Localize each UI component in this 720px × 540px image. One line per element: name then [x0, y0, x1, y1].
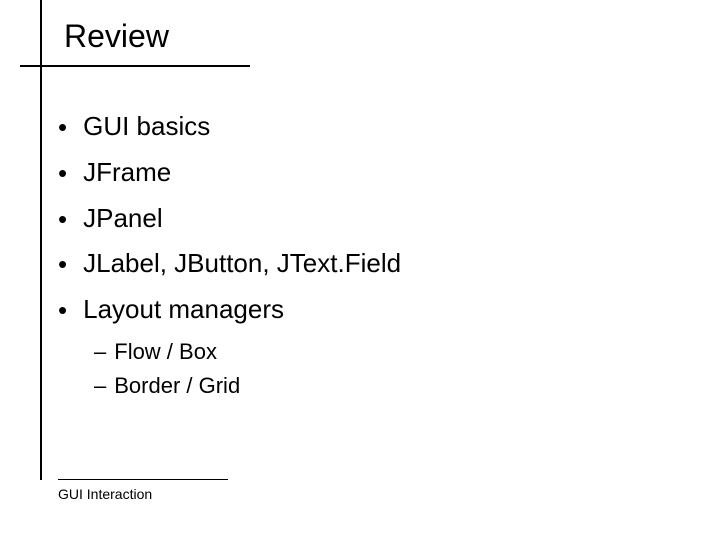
footer-rule — [58, 479, 228, 480]
list-item: – Flow / Box — [94, 339, 618, 365]
bullet-text: GUI basics — [83, 110, 210, 144]
title-area: Review — [20, 18, 250, 67]
list-item: • JFrame — [58, 156, 618, 190]
bullet-text: Layout managers — [83, 293, 284, 327]
bullet-icon: • — [58, 251, 67, 277]
vertical-rule — [40, 0, 42, 480]
list-item: • JLabel, JButton, JText.Field — [58, 247, 618, 281]
list-item: • GUI basics — [58, 110, 618, 144]
footer-text: GUI Interaction — [58, 486, 228, 502]
title-underline — [20, 65, 250, 67]
sub-bullet-list: – Flow / Box – Border / Grid — [94, 339, 618, 399]
sub-bullet-text: Border / Grid — [114, 373, 240, 399]
dash-icon: – — [94, 373, 106, 399]
bullet-icon: • — [58, 297, 67, 323]
footer-area: GUI Interaction — [58, 479, 228, 502]
sub-bullet-text: Flow / Box — [114, 339, 217, 365]
bullet-list: • GUI basics • JFrame • JPanel • JLabel,… — [58, 110, 618, 327]
content-area: • GUI basics • JFrame • JPanel • JLabel,… — [58, 110, 618, 407]
list-item: – Border / Grid — [94, 373, 618, 399]
bullet-icon: • — [58, 160, 67, 186]
slide: Review • GUI basics • JFrame • JPanel • … — [0, 0, 720, 540]
bullet-text: JPanel — [83, 202, 163, 236]
bullet-text: JLabel, JButton, JText.Field — [83, 247, 401, 281]
bullet-icon: • — [58, 206, 67, 232]
bullet-text: JFrame — [83, 156, 171, 190]
list-item: • JPanel — [58, 202, 618, 236]
dash-icon: – — [94, 339, 106, 365]
slide-title: Review — [20, 18, 250, 65]
list-item: • Layout managers — [58, 293, 618, 327]
bullet-icon: • — [58, 114, 67, 140]
